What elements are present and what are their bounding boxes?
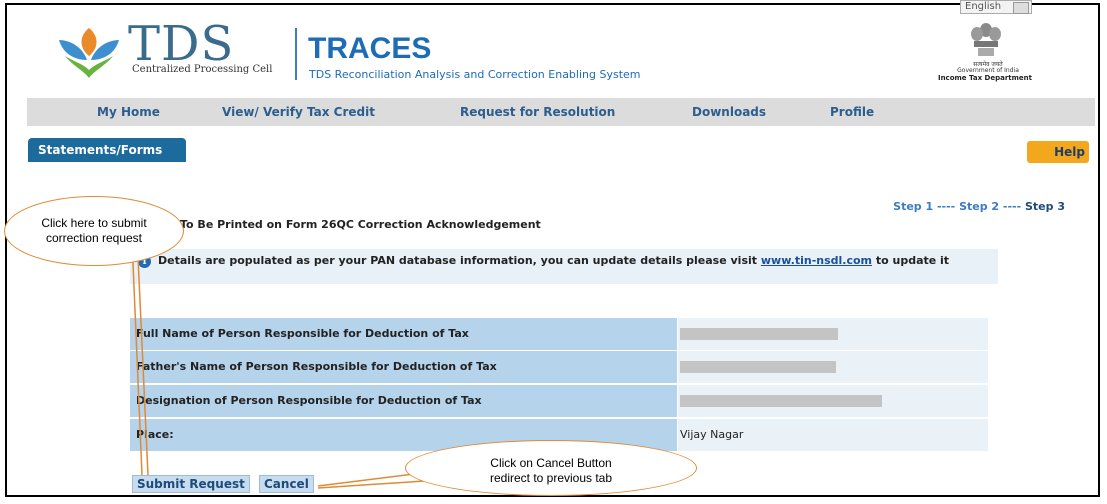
submit-callout-pointer: [104, 238, 143, 476]
submit-callout-pointer: [137, 256, 149, 476]
cancel-callout: Click on Cancel Button redirect to previ…: [405, 440, 697, 496]
callout-pointers: [104, 238, 441, 489]
submit-callout: Click here to submit correction request: [4, 196, 184, 266]
